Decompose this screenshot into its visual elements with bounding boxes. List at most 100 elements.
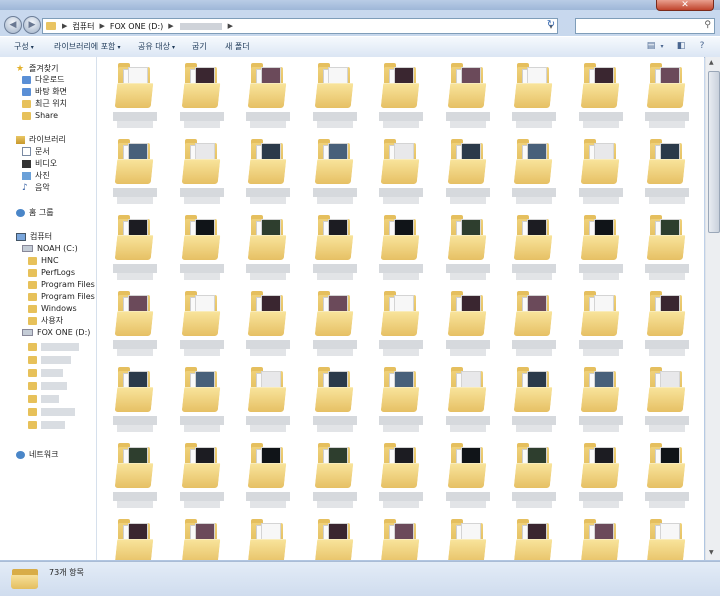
include-in-library-menu[interactable]: 라이브러리에 포함 ▾ bbox=[54, 41, 120, 52]
folder-item[interactable] bbox=[172, 441, 232, 511]
folder-item[interactable] bbox=[438, 61, 498, 131]
folder-item[interactable] bbox=[637, 137, 697, 207]
refresh-icon[interactable]: ↻ bbox=[545, 19, 557, 31]
nav-item-share[interactable]: Share bbox=[22, 110, 58, 121]
folder-item[interactable] bbox=[438, 289, 498, 359]
folder-item[interactable] bbox=[305, 365, 365, 435]
nav-obscured-folder[interactable] bbox=[28, 354, 71, 365]
folder-item[interactable] bbox=[637, 213, 697, 283]
folder-item[interactable] bbox=[371, 441, 431, 511]
view-dropdown-icon[interactable]: ▾ bbox=[658, 41, 666, 52]
folder-item[interactable] bbox=[172, 213, 232, 283]
folder-item[interactable] bbox=[371, 365, 431, 435]
folder-item[interactable] bbox=[238, 61, 298, 131]
scroll-up-icon[interactable]: ▲ bbox=[709, 59, 714, 66]
nav-homegroup[interactable]: 홈 그룹 bbox=[16, 207, 54, 218]
nav-item-pictures[interactable]: 사진 bbox=[22, 170, 50, 181]
folder-item[interactable] bbox=[571, 517, 631, 560]
address-box[interactable]: ▶ 컴퓨터 ▶ FOX ONE (D:) ▶ ▶ ▾ bbox=[42, 18, 558, 34]
folder-item[interactable] bbox=[371, 61, 431, 131]
vertical-scrollbar[interactable]: ▲ ▼ bbox=[705, 57, 720, 560]
nav-folder-perflogs[interactable]: PerfLogs bbox=[28, 267, 75, 278]
folder-item[interactable] bbox=[238, 365, 298, 435]
folder-item[interactable] bbox=[172, 365, 232, 435]
nav-folder-hnc[interactable]: HNC bbox=[28, 255, 59, 266]
folder-item[interactable] bbox=[504, 441, 564, 511]
folder-item[interactable] bbox=[504, 289, 564, 359]
folder-item[interactable] bbox=[637, 365, 697, 435]
nav-item-documents[interactable]: 문서 bbox=[22, 146, 50, 157]
organize-menu[interactable]: 구성 ▾ bbox=[14, 41, 34, 52]
nav-drive-d[interactable]: FOX ONE (D:) bbox=[22, 327, 90, 338]
folder-item[interactable] bbox=[371, 289, 431, 359]
nav-folder-program-files-x86[interactable]: Program Files (x86) bbox=[28, 291, 96, 302]
forward-button[interactable]: ▶ bbox=[23, 16, 41, 34]
nav-favorites[interactable]: ★ 즐겨찾기 bbox=[16, 63, 58, 74]
folder-item[interactable] bbox=[504, 61, 564, 131]
folder-item[interactable] bbox=[438, 213, 498, 283]
folder-item[interactable] bbox=[105, 137, 165, 207]
folder-item[interactable] bbox=[571, 441, 631, 511]
folder-item[interactable] bbox=[238, 441, 298, 511]
folder-item[interactable] bbox=[438, 441, 498, 511]
nav-folder-users[interactable]: 사용자 bbox=[28, 315, 63, 326]
nav-network[interactable]: 네트워크 bbox=[16, 449, 58, 460]
folder-item[interactable] bbox=[371, 517, 431, 560]
breadcrumb-drive-d[interactable]: FOX ONE (D:) bbox=[107, 22, 166, 31]
folder-item[interactable] bbox=[371, 213, 431, 283]
folder-item[interactable] bbox=[305, 289, 365, 359]
folder-item[interactable] bbox=[305, 441, 365, 511]
back-button[interactable]: ◀ bbox=[4, 16, 22, 34]
breadcrumb-obscured[interactable] bbox=[179, 22, 222, 30]
folder-item[interactable] bbox=[105, 213, 165, 283]
folder-item[interactable] bbox=[305, 213, 365, 283]
search-input[interactable] bbox=[576, 19, 694, 31]
nav-item-music[interactable]: ♪ 음악 bbox=[22, 182, 50, 193]
folder-item[interactable] bbox=[305, 137, 365, 207]
preview-pane-icon[interactable]: ◧ bbox=[675, 41, 687, 52]
burn-button[interactable]: 굽기 bbox=[192, 41, 207, 52]
folder-item[interactable] bbox=[172, 61, 232, 131]
folder-item[interactable] bbox=[172, 517, 232, 560]
nav-drive-c[interactable]: NOAH (C:) bbox=[22, 243, 78, 254]
close-button[interactable]: ✕ bbox=[656, 0, 714, 11]
folder-item[interactable] bbox=[371, 137, 431, 207]
folder-item[interactable] bbox=[105, 365, 165, 435]
folder-item[interactable] bbox=[571, 61, 631, 131]
folder-item[interactable] bbox=[637, 441, 697, 511]
folder-item[interactable] bbox=[238, 517, 298, 560]
folder-item[interactable] bbox=[238, 289, 298, 359]
folder-item[interactable] bbox=[637, 517, 697, 560]
folder-item[interactable] bbox=[504, 137, 564, 207]
folder-item[interactable] bbox=[571, 213, 631, 283]
view-options-icon[interactable]: ▤ bbox=[645, 41, 657, 52]
folder-item[interactable] bbox=[571, 289, 631, 359]
nav-folder-windows[interactable]: Windows bbox=[28, 303, 77, 314]
search-icon[interactable]: ⚲ bbox=[704, 20, 711, 30]
folder-item[interactable] bbox=[305, 517, 365, 560]
breadcrumb-computer[interactable]: 컴퓨터 bbox=[69, 21, 97, 32]
share-with-menu[interactable]: 공유 대상 ▾ bbox=[138, 41, 175, 52]
folder-item[interactable] bbox=[238, 137, 298, 207]
folder-item[interactable] bbox=[571, 365, 631, 435]
folder-item[interactable] bbox=[105, 289, 165, 359]
nav-item-downloads[interactable]: 다운로드 bbox=[22, 74, 64, 85]
nav-obscured-folder[interactable] bbox=[28, 393, 59, 404]
scrollbar-thumb[interactable] bbox=[708, 71, 720, 233]
nav-obscured-folder[interactable] bbox=[28, 367, 63, 378]
nav-item-videos[interactable]: 비디오 bbox=[22, 158, 57, 169]
folder-item[interactable] bbox=[637, 61, 697, 131]
folder-item[interactable] bbox=[172, 289, 232, 359]
folder-item[interactable] bbox=[504, 213, 564, 283]
folder-item[interactable] bbox=[305, 61, 365, 131]
nav-obscured-folder[interactable] bbox=[28, 419, 65, 430]
folder-item[interactable] bbox=[105, 441, 165, 511]
folder-item[interactable] bbox=[637, 289, 697, 359]
nav-obscured-folder[interactable] bbox=[28, 341, 79, 352]
folder-item[interactable] bbox=[504, 517, 564, 560]
nav-libraries[interactable]: 라이브러리 bbox=[16, 134, 66, 145]
folder-item[interactable] bbox=[438, 365, 498, 435]
nav-item-desktop[interactable]: 바탕 화면 bbox=[22, 86, 67, 97]
folder-item[interactable] bbox=[238, 213, 298, 283]
folder-item[interactable] bbox=[438, 137, 498, 207]
